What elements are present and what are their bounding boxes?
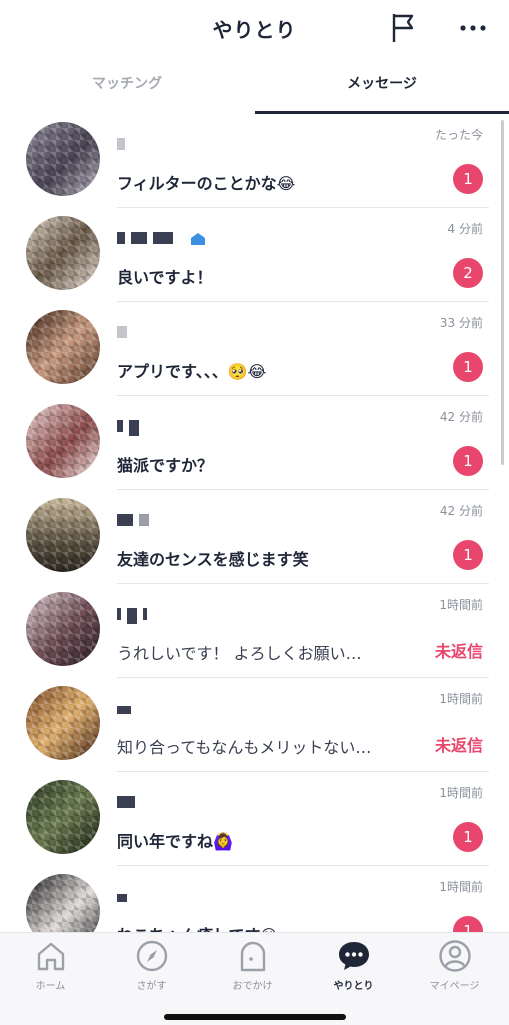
conversation-row[interactable]: 33 分前 アプリです、、、🥺😂 1 [0,302,509,396]
sender-name-redacted [117,890,133,904]
conversation-row[interactable]: 42 分前 猫派ですか？ 1 [0,396,509,490]
home-indicator [164,1014,346,1020]
unreplied-label: 未返信 [434,736,483,755]
sender-name-redacted [117,514,155,528]
message-time: 1時間前 [439,692,483,706]
conversation-row[interactable]: たった今 フィルターのことかな😂 1 [0,114,509,208]
message-preview: フィルターのことかな😂 [117,174,296,193]
message-time: 1時間前 [439,598,483,612]
message-preview: 同い年ですね🙆‍♀️ [117,832,233,851]
outing-icon [240,941,265,972]
sender-name-redacted [117,702,137,716]
nav-outing[interactable]: おでかけ [202,939,303,999]
tab-messages[interactable]: メッセージ [255,66,509,112]
nav-search[interactable]: さがす [101,939,202,999]
unread-count-badge: 1 [453,164,483,194]
page-title: やりとり [212,18,297,42]
unread-count-badge: 2 [453,258,483,288]
nav-label: さがす [136,981,167,992]
message-preview: 猫派ですか？ [117,456,214,475]
conversation-row[interactable]: 1時間前 ねこちゃん癒しです😊 1 [0,866,509,932]
conversation-row[interactable]: 4 分前 良いですよ！ 2 [0,208,509,302]
profile-icon [438,940,471,972]
message-time: 42 分前 [439,504,483,518]
message-preview: 良いですよ！ [117,268,213,287]
message-preview: アプリです、、、🥺😂 [117,362,267,381]
avatar [26,310,100,384]
unread-count-badge: 1 [453,540,483,570]
message-time: 33 分前 [439,316,483,330]
conversation-row[interactable]: 1時間前 知り合ってもなんもメリットない… 未返信 [0,678,509,772]
tab-matching[interactable]: マッチング [0,66,254,112]
unread-count-badge: 1 [453,822,483,852]
message-time: 1時間前 [439,880,483,894]
nav-label: マイページ [429,981,480,992]
nav-label: やりとり [333,981,374,992]
nav-label: ホーム [35,981,66,992]
avatar [26,592,100,666]
conversation-row[interactable]: 1時間前 うれしいです！ よろしくお願い… 未返信 [0,584,509,678]
more-icon[interactable] [456,16,490,40]
sender-name-redacted [117,608,153,624]
message-preview: うれしいです！ よろしくお願い… [117,644,362,663]
message-time: 1時間前 [439,786,483,800]
compass-icon [136,940,167,972]
message-preview: ねこちゃん癒しです😊 [117,922,417,932]
unread-count-badge: 1 [453,916,483,932]
avatar [26,122,100,196]
sender-name-redacted [117,326,133,340]
message-time: たった今 [434,128,483,142]
nav-mypage[interactable]: マイページ [404,939,505,999]
bottom-nav: ホーム さがす おでかけ やりとり マイページ [0,932,509,1025]
flag-icon[interactable] [390,12,416,44]
tab-bar: マッチング メッセージ [0,66,509,114]
message-preview: 知り合ってもなんもメリットない… [117,738,372,757]
avatar [26,404,100,478]
chat-icon [338,942,369,970]
verified-icon [191,233,206,245]
sender-name-redacted [117,420,145,436]
unread-count-badge: 1 [453,446,483,476]
sender-name-redacted [117,232,206,246]
sender-name-redacted [117,796,141,810]
scrollbar[interactable] [501,120,504,465]
nav-messages[interactable]: やりとり [303,939,404,999]
message-time: 42 分前 [439,410,483,424]
unread-count-badge: 1 [453,352,483,382]
conversation-row[interactable]: 1時間前 同い年ですね🙆‍♀️ 1 [0,772,509,866]
avatar [26,216,100,290]
avatar [26,498,100,572]
avatar [26,780,100,854]
header: やりとり [0,0,509,60]
conversation-list: たった今 フィルターのことかな😂 1 4 分前 良いですよ！ 2 33 分前 ア… [0,114,509,932]
message-preview: 友達のセンスを感じます笑 [117,550,309,569]
unreplied-label: 未返信 [434,642,483,661]
avatar [26,686,100,760]
nav-label: おでかけ [232,981,273,992]
sender-name-redacted [117,138,131,152]
message-time: 4 分前 [447,222,483,236]
nav-home[interactable]: ホーム [0,939,101,999]
avatar [26,874,100,932]
home-icon [37,942,64,971]
conversation-row[interactable]: 42 分前 友達のセンスを感じます笑 1 [0,490,509,584]
